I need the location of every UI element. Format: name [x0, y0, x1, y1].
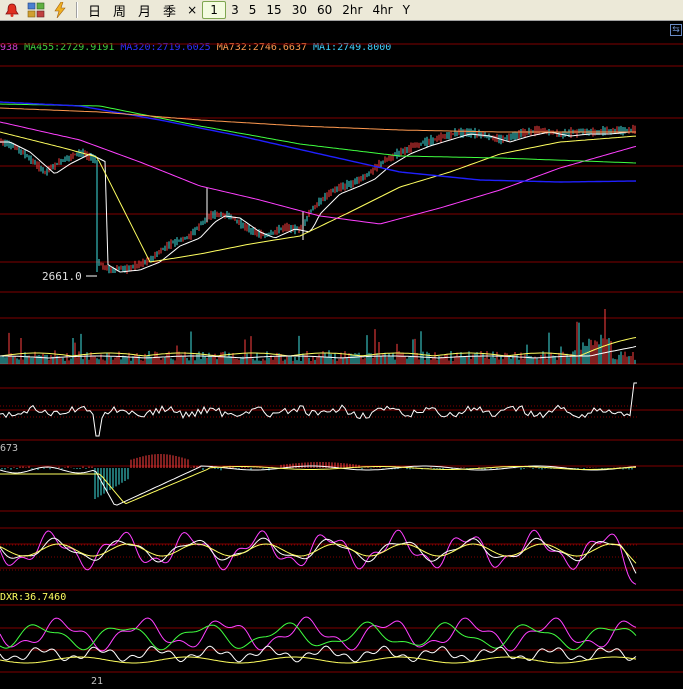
period-button-2[interactable]: 月 [132, 1, 157, 20]
multi-chart-icon[interactable] [24, 0, 48, 20]
period-button-13[interactable]: Y [398, 1, 415, 19]
toolbar: 日周月季 × 1 3 5 15 30 60 2hr 4hr Y [0, 0, 683, 21]
dmi-adxr-line [0, 656, 637, 664]
ma-yellow-line [0, 131, 637, 263]
period-button-9[interactable]: 30 [287, 1, 312, 19]
period-button-6[interactable]: 3 [226, 1, 244, 19]
period-button-group: 日周月季 × 1 3 5 15 30 60 2hr 4hr Y [82, 1, 415, 20]
period-button-12[interactable]: 4hr [367, 1, 397, 19]
period-button-10[interactable]: 60 [312, 1, 337, 19]
period-button-5[interactable]: 1 [202, 1, 227, 19]
ma320-line [0, 101, 637, 183]
period-button-3[interactable]: 季 [157, 1, 182, 20]
period-button-7[interactable]: 5 [244, 1, 262, 19]
ma-magenta-line [0, 121, 637, 225]
period-button-0[interactable]: 日 [82, 1, 107, 20]
ma732-line [0, 107, 636, 133]
lightning-icon[interactable] [48, 0, 72, 20]
x-axis-date-label: 21 [91, 676, 104, 687]
period-button-4[interactable]: × [182, 1, 202, 19]
period-button-1[interactable]: 周 [107, 1, 132, 20]
period-button-8[interactable]: 15 [261, 1, 286, 19]
chart-area[interactable] [0, 22, 683, 689]
toolbar-separator [76, 2, 78, 18]
alarm-icon[interactable] [0, 0, 24, 20]
volume-ma-line [0, 337, 637, 357]
period-button-11[interactable]: 2hr [337, 1, 367, 19]
